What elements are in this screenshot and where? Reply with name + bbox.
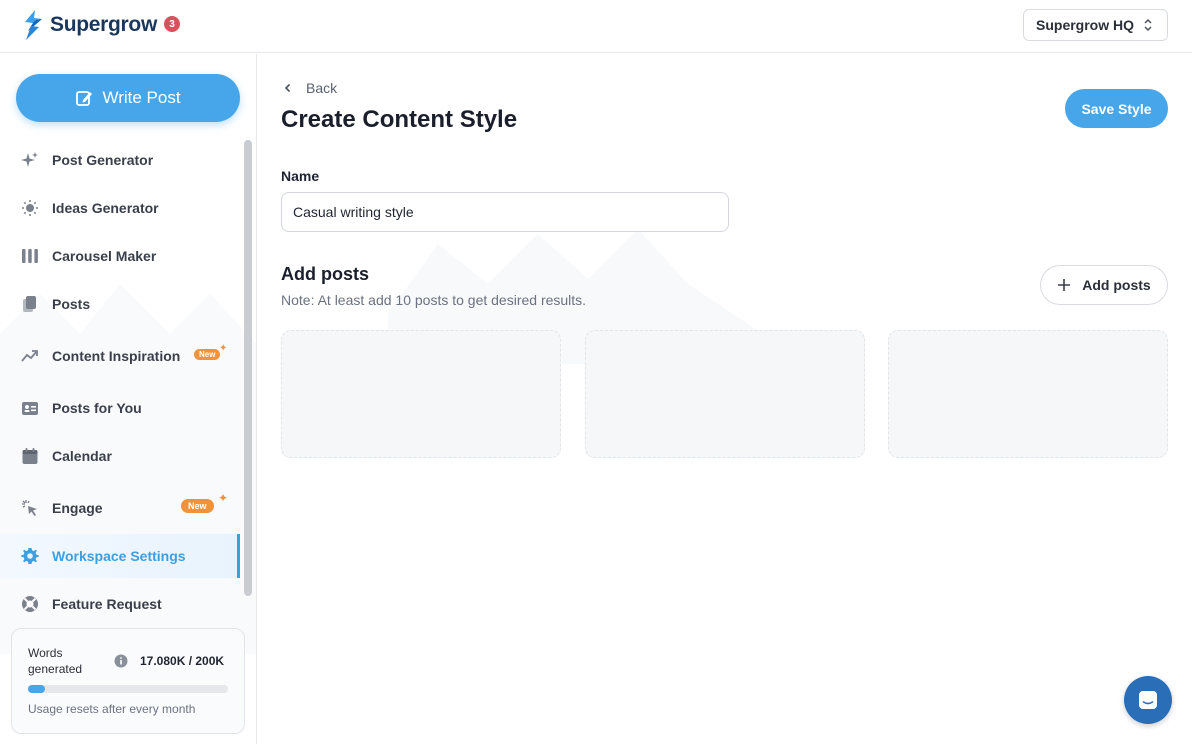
sidebar-item-calendar[interactable]: Calendar xyxy=(0,434,240,478)
usage-card: Words generated 17.080K / 200K Usage res… xyxy=(11,628,245,734)
sidebar-item-label: Feature Request xyxy=(52,596,162,612)
sidebar-item-label: Post Generator xyxy=(52,152,154,168)
sidebar-item-label: Workspace Settings xyxy=(52,548,186,564)
new-badge: New xyxy=(194,349,221,360)
documents-icon xyxy=(23,296,36,312)
sidebar-item-content-inspiration[interactable]: Content Inspiration New ✦ xyxy=(0,334,240,378)
sidebar-item-label: Content Inspiration xyxy=(52,348,181,364)
sidebar-item-label: Posts xyxy=(52,296,91,312)
usage-progress-fill xyxy=(28,685,45,693)
sparkle-icon: ✦ xyxy=(219,343,228,354)
edit-icon xyxy=(76,91,93,106)
sidebar-item-label: Engage xyxy=(52,500,103,516)
columns-icon xyxy=(22,249,38,263)
sparkle-icon: ✦ xyxy=(218,491,229,505)
sidebar-item-ideas-generator[interactable]: Ideas Generator xyxy=(0,186,240,230)
sparkles-icon xyxy=(21,152,38,167)
write-post-button[interactable]: Write Post xyxy=(16,74,240,122)
chat-launcher-button[interactable] xyxy=(1124,676,1172,724)
brand-logo[interactable]: Supergrow xyxy=(22,9,157,41)
sidebar-item-engage[interactable]: Engage New ✦ xyxy=(0,486,240,530)
sidebar-item-workspace-settings[interactable]: Workspace Settings xyxy=(0,534,240,578)
page-title: Create Content Style xyxy=(281,106,518,133)
save-style-button[interactable]: Save Style xyxy=(1065,89,1168,128)
cursor-click-icon xyxy=(22,500,37,516)
chevron-left-icon xyxy=(284,83,291,93)
sidebar-scrollbar[interactable] xyxy=(244,140,252,596)
add-posts-label: Add posts xyxy=(1082,277,1151,293)
new-badge: New xyxy=(181,499,214,513)
add-posts-note: Note: At least add 10 posts to get desir… xyxy=(281,292,587,308)
sidebar-item-feature-request[interactable]: Feature Request xyxy=(0,582,240,626)
add-posts-title: Add posts xyxy=(281,264,369,284)
usage-progress-bar xyxy=(28,685,228,693)
name-label: Name xyxy=(281,168,320,184)
post-slot[interactable] xyxy=(585,330,865,458)
sidebar-item-carousel-maker[interactable]: Carousel Maker xyxy=(0,234,240,278)
name-input[interactable] xyxy=(281,192,729,232)
usage-label: Words generated xyxy=(28,646,83,676)
usage-note: Usage resets after every month xyxy=(28,702,196,716)
sidebar-item-post-generator[interactable]: Post Generator xyxy=(0,138,240,182)
write-post-label: Write Post xyxy=(102,88,181,107)
brand-name: Supergrow xyxy=(50,13,157,36)
plus-icon xyxy=(1058,279,1071,291)
chat-icon xyxy=(1139,691,1157,709)
sidebar-item-label: Posts for You xyxy=(52,400,142,416)
sidebar-item-label: Calendar xyxy=(52,448,112,464)
usage-value: 17.080K / 200K xyxy=(140,654,225,668)
main-content: Back Create Content Style Save Style Nam… xyxy=(258,54,1192,744)
lifebuoy-icon xyxy=(22,596,38,612)
sidebar-item-posts[interactable]: Posts xyxy=(0,282,240,326)
id-card-icon xyxy=(22,402,38,415)
sidebar-item-label: Ideas Generator xyxy=(52,200,159,216)
post-slot[interactable] xyxy=(281,330,561,458)
back-label: Back xyxy=(306,80,338,96)
top-bar: Supergrow 3 Supergrow HQ xyxy=(0,0,1192,53)
sidebar: Write Post Post Generator Ideas Generato… xyxy=(0,54,257,744)
sidebar-item-label: Carousel Maker xyxy=(52,248,157,264)
workspace-select-label: Supergrow HQ xyxy=(1036,17,1135,33)
gear-icon xyxy=(21,548,39,564)
workspace-select[interactable]: Supergrow HQ xyxy=(1023,9,1168,41)
back-link[interactable]: Back xyxy=(282,80,337,96)
trending-icon xyxy=(21,350,38,362)
lightbulb-icon xyxy=(22,200,38,216)
info-icon[interactable] xyxy=(114,654,128,668)
chevron-up-down-icon xyxy=(1144,18,1152,32)
supergrow-logo-icon xyxy=(25,10,42,40)
add-posts-button[interactable]: Add posts xyxy=(1040,265,1168,305)
sidebar-item-posts-for-you[interactable]: Posts for You xyxy=(0,386,240,430)
post-slot[interactable] xyxy=(888,330,1168,458)
notification-badge[interactable]: 3 xyxy=(164,16,180,32)
calendar-icon xyxy=(22,448,38,464)
